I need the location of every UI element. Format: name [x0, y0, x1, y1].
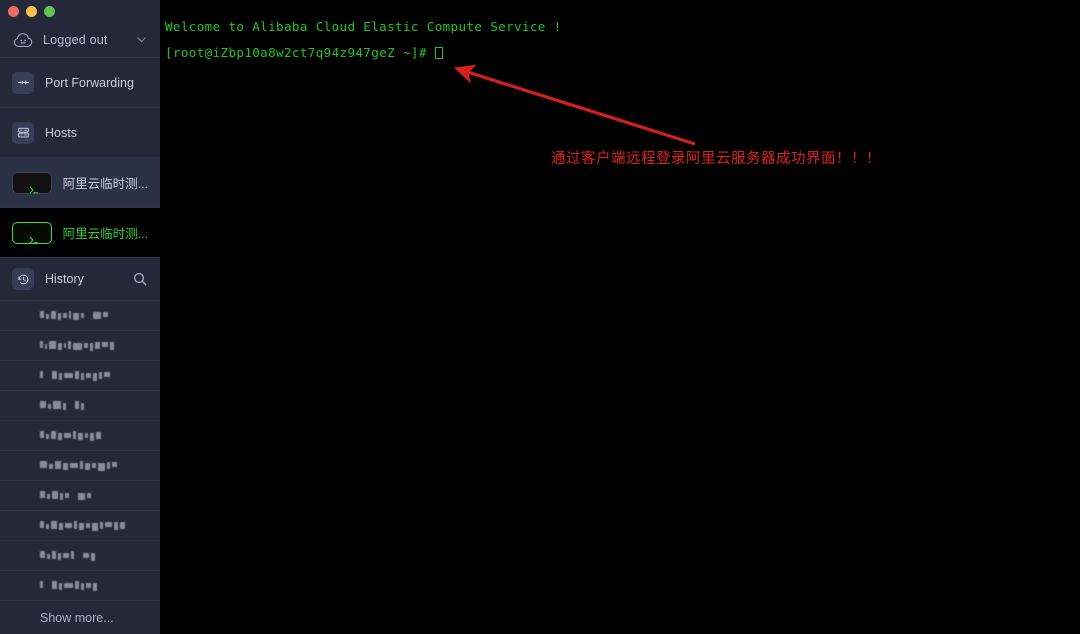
redacted-text [40, 520, 125, 531]
history-item[interactable] [0, 451, 160, 481]
sidebar-item-label: Port Forwarding [45, 75, 134, 90]
annotation-text: 通过客户端远程登录阿里云服务器成功界面！！！ [551, 151, 881, 167]
sidebar: Logged out Port Forwarding Hosts 阿里云临时测.… [0, 0, 160, 634]
app-window: Logged out Port Forwarding Hosts 阿里云临时测.… [0, 0, 1080, 634]
sidebar-item-session-2[interactable]: 阿里云临时测... [0, 208, 160, 258]
minimize-button[interactable] [26, 5, 37, 17]
history-item[interactable] [0, 511, 160, 541]
terminal-welcome-line: Welcome to Alibaba Cloud Elastic Compute… [165, 19, 562, 34]
search-icon[interactable] [132, 271, 148, 287]
account-label: Logged out [43, 32, 108, 47]
account-row[interactable]: Logged out [0, 22, 160, 58]
sidebar-item-label: Hosts [45, 125, 77, 140]
history-item[interactable] [0, 481, 160, 511]
close-button[interactable] [8, 5, 19, 17]
history-header[interactable]: History [0, 258, 160, 301]
redacted-text [40, 310, 108, 320]
sidebar-item-session-1[interactable]: 阿里云临时测... [0, 158, 160, 208]
prompt-text: [root@iZbp10a8w2ct7q94z947geZ ~]# [165, 45, 435, 60]
history-list [0, 301, 160, 601]
chevron-down-icon[interactable] [135, 33, 148, 46]
redacted-text [40, 400, 84, 410]
history-item[interactable] [0, 541, 160, 571]
redacted-text [40, 491, 91, 500]
sidebar-item-port-forwarding[interactable]: Port Forwarding [0, 58, 160, 108]
terminal-pane[interactable]: Welcome to Alibaba Cloud Elastic Compute… [160, 0, 1080, 634]
terminal-prompt-line: [root@iZbp10a8w2ct7q94z947geZ ~]# [165, 40, 1080, 66]
hosts-server-icon [12, 121, 34, 144]
port-forwarding-icon [12, 71, 34, 94]
sidebar-item-label: 阿里云临时测... [62, 177, 148, 191]
history-item[interactable] [0, 391, 160, 421]
terminal-prompt-icon [12, 221, 52, 244]
history-label: History [45, 272, 84, 286]
redacted-text [40, 430, 101, 441]
terminal-prompt-icon [12, 171, 52, 194]
history-item[interactable] [0, 301, 160, 331]
maximize-button[interactable] [44, 5, 55, 17]
terminal-cursor [434, 47, 443, 59]
sidebar-item-label: 阿里云临时测... [62, 227, 148, 241]
history-item[interactable] [0, 361, 160, 391]
history-item[interactable] [0, 571, 160, 601]
window-traffic-lights [0, 0, 160, 22]
history-item[interactable] [0, 421, 160, 451]
sidebar-item-hosts[interactable]: Hosts [0, 108, 160, 158]
show-more-button[interactable]: Show more... [0, 601, 160, 634]
clock-rewind-icon [12, 268, 34, 290]
redacted-text [40, 550, 95, 561]
history-item[interactable] [0, 331, 160, 361]
redacted-text [40, 580, 97, 591]
cloud-avatar-icon [12, 29, 34, 51]
redacted-text [40, 340, 114, 351]
redacted-text [40, 370, 110, 381]
redacted-text [40, 460, 117, 471]
